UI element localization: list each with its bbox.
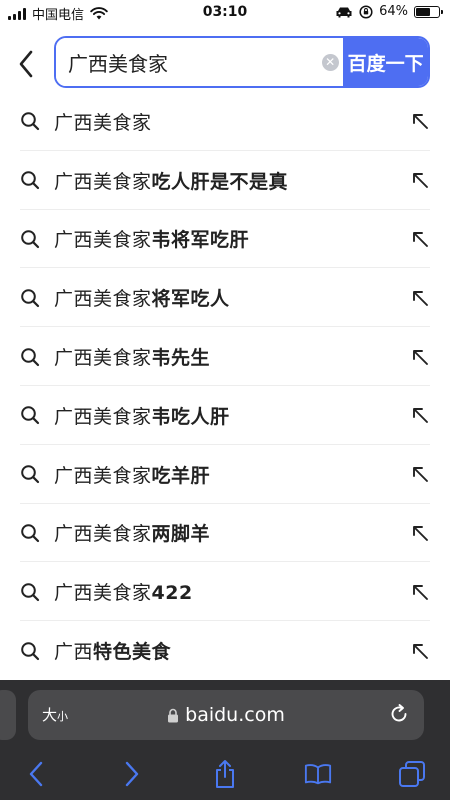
fill-query-arrow-icon[interactable] bbox=[410, 229, 430, 249]
back-button[interactable] bbox=[12, 46, 40, 82]
suggestion-text: 广西美食家两脚羊 bbox=[54, 519, 210, 546]
suggestion-suffix: 韦先生 bbox=[151, 347, 211, 370]
search-icon bbox=[21, 171, 40, 190]
search-icon bbox=[21, 465, 40, 484]
search-icon bbox=[21, 582, 40, 601]
suggestion-text: 广西美食家将军吃人 bbox=[54, 284, 230, 311]
bookmarks-icon bbox=[304, 764, 332, 785]
fill-query-arrow-icon[interactable] bbox=[410, 464, 430, 484]
suggestion-text: 广西美食家韦先生 bbox=[54, 343, 210, 370]
suggestion-suffix: 422 bbox=[151, 582, 193, 605]
status-right: 64% bbox=[335, 4, 443, 19]
suggestion-suffix: 吃人肝是不是真 bbox=[151, 170, 289, 193]
suggestion-prefix: 广西美食家 bbox=[54, 111, 152, 134]
suggestion-suffix: 将军吃人 bbox=[151, 288, 230, 311]
suggestion-prefix: 广西美食家 bbox=[54, 523, 152, 546]
battery-level bbox=[416, 7, 431, 16]
suggestion-text: 广西美食家吃人肝是不是真 bbox=[54, 167, 288, 194]
suggestion-prefix: 广西美食家 bbox=[54, 229, 152, 252]
suggestion-suffix: 韦将军吃肝 bbox=[151, 229, 250, 252]
suggestion-item[interactable]: 广西美食家422 bbox=[0, 562, 450, 621]
fill-query-arrow-icon[interactable] bbox=[410, 582, 430, 602]
chevron-left-icon bbox=[19, 50, 33, 78]
fill-query-arrow-icon[interactable] bbox=[410, 288, 430, 308]
search-icon bbox=[21, 406, 40, 425]
suggestion-item[interactable]: 广西美食家吃羊肝 bbox=[0, 445, 450, 504]
search-icon bbox=[21, 230, 40, 249]
orientation-lock-icon bbox=[359, 4, 373, 19]
suggestion-item[interactable]: 广西特色美食 bbox=[0, 621, 450, 680]
carrier-name: 中国电信 bbox=[32, 8, 85, 23]
status-left: 中国电信 bbox=[8, 4, 108, 23]
suggestion-text: 广西美食家吃羊肝 bbox=[54, 461, 210, 488]
suggestion-item[interactable]: 广西美食家将军吃人 bbox=[0, 268, 450, 327]
clear-button[interactable]: ✕ bbox=[317, 38, 344, 86]
suggestion-text: 广西特色美食 bbox=[54, 637, 171, 664]
fill-query-arrow-icon[interactable] bbox=[410, 523, 430, 543]
tabs-icon bbox=[399, 761, 425, 787]
search-button[interactable]: 百度一下 bbox=[343, 38, 428, 86]
suggestion-prefix: 广西美食家 bbox=[54, 464, 152, 487]
search-icon bbox=[21, 347, 40, 366]
suggestion-text: 广西美食家422 bbox=[54, 578, 193, 605]
fill-query-arrow-icon[interactable] bbox=[410, 405, 430, 425]
back-icon bbox=[29, 761, 43, 787]
suggestion-prefix: 广西美食家 bbox=[54, 582, 152, 605]
suggestion-prefix: 广西美食家 bbox=[54, 347, 152, 370]
suggestion-prefix: 广西 bbox=[54, 641, 94, 664]
reload-icon[interactable] bbox=[388, 703, 410, 725]
suggestion-item[interactable]: 广西美食家韦吃人肝 bbox=[0, 386, 450, 445]
fill-query-arrow-icon[interactable] bbox=[410, 347, 430, 367]
search-icon bbox=[21, 641, 40, 660]
suggestion-item[interactable]: 广西美食家 bbox=[0, 92, 450, 151]
signal-icon bbox=[8, 7, 26, 20]
lock-icon bbox=[168, 708, 179, 722]
url-display: baidu.com bbox=[28, 704, 424, 726]
status-bar: 中国电信 03:10 64% bbox=[0, 0, 450, 26]
suggestion-prefix: 广西美食家 bbox=[54, 170, 152, 193]
battery-percent: 64% bbox=[379, 4, 408, 19]
wifi-icon bbox=[90, 7, 108, 20]
fill-query-arrow-icon[interactable] bbox=[410, 111, 430, 131]
suggestion-prefix: 广西美食家 bbox=[54, 405, 152, 428]
search-icon bbox=[21, 524, 40, 543]
tabs-button[interactable] bbox=[398, 760, 426, 788]
fill-query-arrow-icon[interactable] bbox=[410, 641, 430, 661]
suggestion-list: 广西美食家 广西美食家吃人肝是不是真 广西美食家韦将军吃肝 广西美食家将军吃人 … bbox=[0, 92, 450, 680]
bookmarks-button[interactable] bbox=[304, 760, 332, 788]
suggestion-text: 广西美食家韦吃人肝 bbox=[54, 402, 230, 429]
share-button[interactable] bbox=[211, 760, 239, 788]
fill-query-arrow-icon[interactable] bbox=[410, 170, 430, 190]
suggestion-prefix: 广西美食家 bbox=[54, 288, 152, 311]
suggestion-text: 广西美食家韦将军吃肝 bbox=[54, 225, 249, 252]
browser-back-button[interactable] bbox=[22, 760, 50, 788]
forward-icon bbox=[125, 761, 139, 787]
suggestion-item[interactable]: 广西美食家两脚羊 bbox=[0, 504, 450, 563]
share-icon bbox=[216, 760, 234, 788]
address-bar[interactable]: 大小 baidu.com bbox=[28, 690, 424, 740]
url-text: baidu.com bbox=[185, 704, 285, 726]
suggestion-suffix: 两脚羊 bbox=[151, 523, 211, 546]
car-icon bbox=[336, 7, 352, 17]
suggestion-item[interactable]: 广西美食家韦先生 bbox=[0, 327, 450, 386]
suggestion-item[interactable]: 广西美食家韦将军吃肝 bbox=[0, 210, 450, 269]
suggestion-suffix: 特色美食 bbox=[93, 641, 172, 664]
browser-bottom-bar: 大小 baidu.com bbox=[0, 680, 450, 800]
browser-forward-button[interactable] bbox=[118, 760, 146, 788]
suggestion-suffix: 吃羊肝 bbox=[151, 464, 211, 487]
suggestion-item[interactable]: 广西美食家吃人肝是不是真 bbox=[0, 151, 450, 210]
clear-icon: ✕ bbox=[321, 53, 339, 71]
suggestion-suffix: 韦吃人肝 bbox=[151, 405, 230, 428]
search-input[interactable] bbox=[56, 38, 317, 86]
search-header: ✕ 百度一下 bbox=[0, 34, 450, 90]
battery-icon bbox=[414, 5, 443, 18]
browser-toolbar bbox=[0, 756, 450, 796]
suggestion-text: 广西美食家 bbox=[54, 108, 152, 135]
search-icon bbox=[21, 288, 40, 307]
search-icon bbox=[21, 112, 40, 131]
previous-tab-peek[interactable] bbox=[0, 690, 16, 740]
search-box: ✕ 百度一下 bbox=[54, 36, 430, 88]
